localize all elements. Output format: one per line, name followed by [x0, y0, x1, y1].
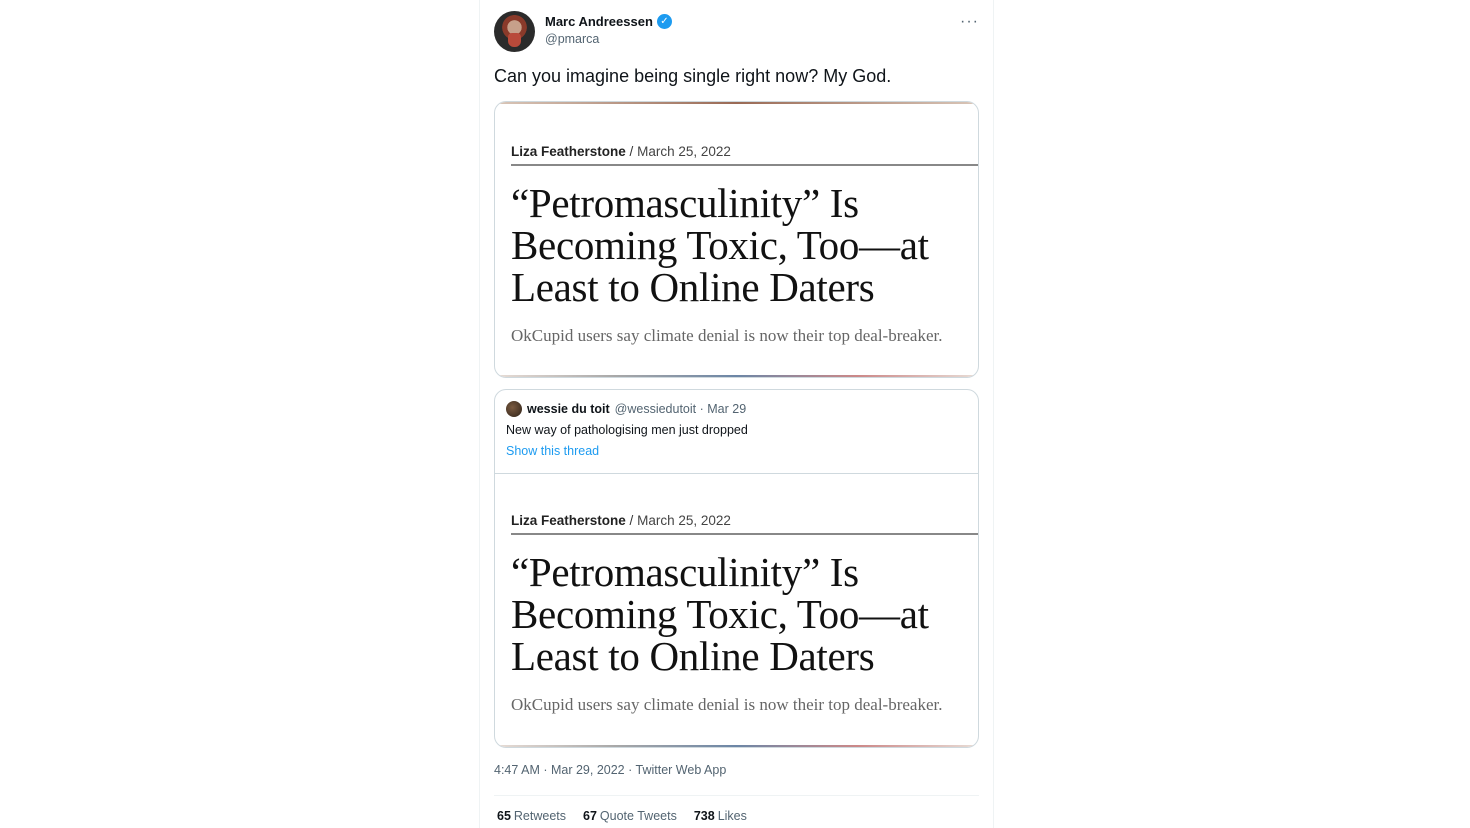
- article-dek: OkCupid users say climate denial is now …: [511, 326, 943, 345]
- quoted-article-preview: Liza Featherstone / March 25, 2022 “Petr…: [511, 513, 978, 715]
- column-border-left: [479, 0, 480, 828]
- article-preview: Liza Featherstone / March 25, 2022 “Petr…: [511, 144, 978, 346]
- quote-tweets-label: Quote Tweets: [599, 809, 677, 823]
- likes-count: 738: [693, 809, 715, 823]
- headline-line-2: Becoming Toxic, Too—at: [511, 222, 929, 268]
- quoted-header: wessie du toit @wessiedutoit · Mar 29: [506, 401, 746, 417]
- likes-stat[interactable]: 738 Likes: [694, 809, 747, 823]
- quoted-tweet[interactable]: wessie du toit @wessiedutoit · Mar 29 Ne…: [494, 389, 979, 748]
- article-headline: “Petromasculinity” Is Becoming Toxic, To…: [511, 180, 978, 310]
- quoted-byline-separator: /: [629, 513, 634, 528]
- stats-divider: [494, 795, 979, 796]
- tweet-timestamp[interactable]: 4:47 AM · Mar 29, 2022 · Twitter Web App: [494, 763, 726, 777]
- column-border-right: [993, 0, 994, 828]
- quoted-divider: [495, 473, 978, 474]
- headline-line-1: “Petromasculinity” Is: [511, 180, 859, 226]
- quoted-article-byline: Liza Featherstone / March 25, 2022: [511, 513, 978, 528]
- quoted-article-author: Liza Featherstone: [511, 513, 626, 528]
- quoted-article-date: March 25, 2022: [637, 513, 731, 528]
- headline-line-3: Least to Online Daters: [511, 264, 875, 310]
- avatar[interactable]: [494, 11, 535, 52]
- quote-tweets-count: 67: [583, 809, 597, 823]
- quoted-headline-line-3: Least to Online Daters: [511, 633, 875, 679]
- more-options-icon[interactable]: ···: [960, 13, 979, 31]
- byline-rule: [511, 164, 978, 166]
- retweets-stat[interactable]: 65 Retweets: [497, 809, 566, 823]
- engagement-stats: 65 Retweets 67 Quote Tweets 738 Likes: [497, 809, 747, 823]
- quoted-headline-line-2: Becoming Toxic, Too—at: [511, 591, 929, 637]
- card-top-rule: [495, 102, 978, 104]
- handle[interactable]: @pmarca: [545, 32, 599, 46]
- quoted-text: New way of pathologising men just droppe…: [506, 423, 748, 437]
- quote-tweets-stat[interactable]: 67 Quote Tweets: [583, 809, 677, 823]
- tweet-text: Can you imagine being single right now? …: [494, 66, 892, 86]
- quoted-avatar: [506, 401, 522, 417]
- show-thread-link[interactable]: Show this thread: [506, 444, 599, 458]
- tweet-header: Marc Andreessen ✓ @pmarca ···: [494, 11, 979, 55]
- likes-label: Likes: [717, 809, 747, 823]
- quoted-article-dek: OkCupid users say climate denial is now …: [511, 695, 943, 714]
- quoted-name: wessie du toit: [527, 402, 610, 416]
- article-date: March 25, 2022: [637, 144, 731, 159]
- quoted-headline-line-1: “Petromasculinity” Is: [511, 549, 859, 595]
- verified-badge-icon: ✓: [656, 14, 672, 29]
- link-card[interactable]: Liza Featherstone / March 25, 2022 “Petr…: [494, 101, 979, 378]
- quoted-article-headline: “Petromasculinity” Is Becoming Toxic, To…: [511, 549, 978, 679]
- quoted-byline-rule: [511, 533, 978, 535]
- display-name[interactable]: Marc Andreessen: [545, 14, 653, 29]
- card-bottom-rule: [495, 375, 978, 377]
- byline-separator: /: [629, 144, 634, 159]
- name-row[interactable]: Marc Andreessen ✓: [545, 14, 672, 29]
- retweets-count: 65: [497, 809, 511, 823]
- quoted-handle-date: @wessiedutoit · Mar 29: [614, 402, 747, 416]
- quoted-bottom-rule: [495, 745, 978, 747]
- retweets-label: Retweets: [513, 809, 567, 823]
- article-byline: Liza Featherstone / March 25, 2022: [511, 144, 978, 159]
- article-author: Liza Featherstone: [511, 144, 626, 159]
